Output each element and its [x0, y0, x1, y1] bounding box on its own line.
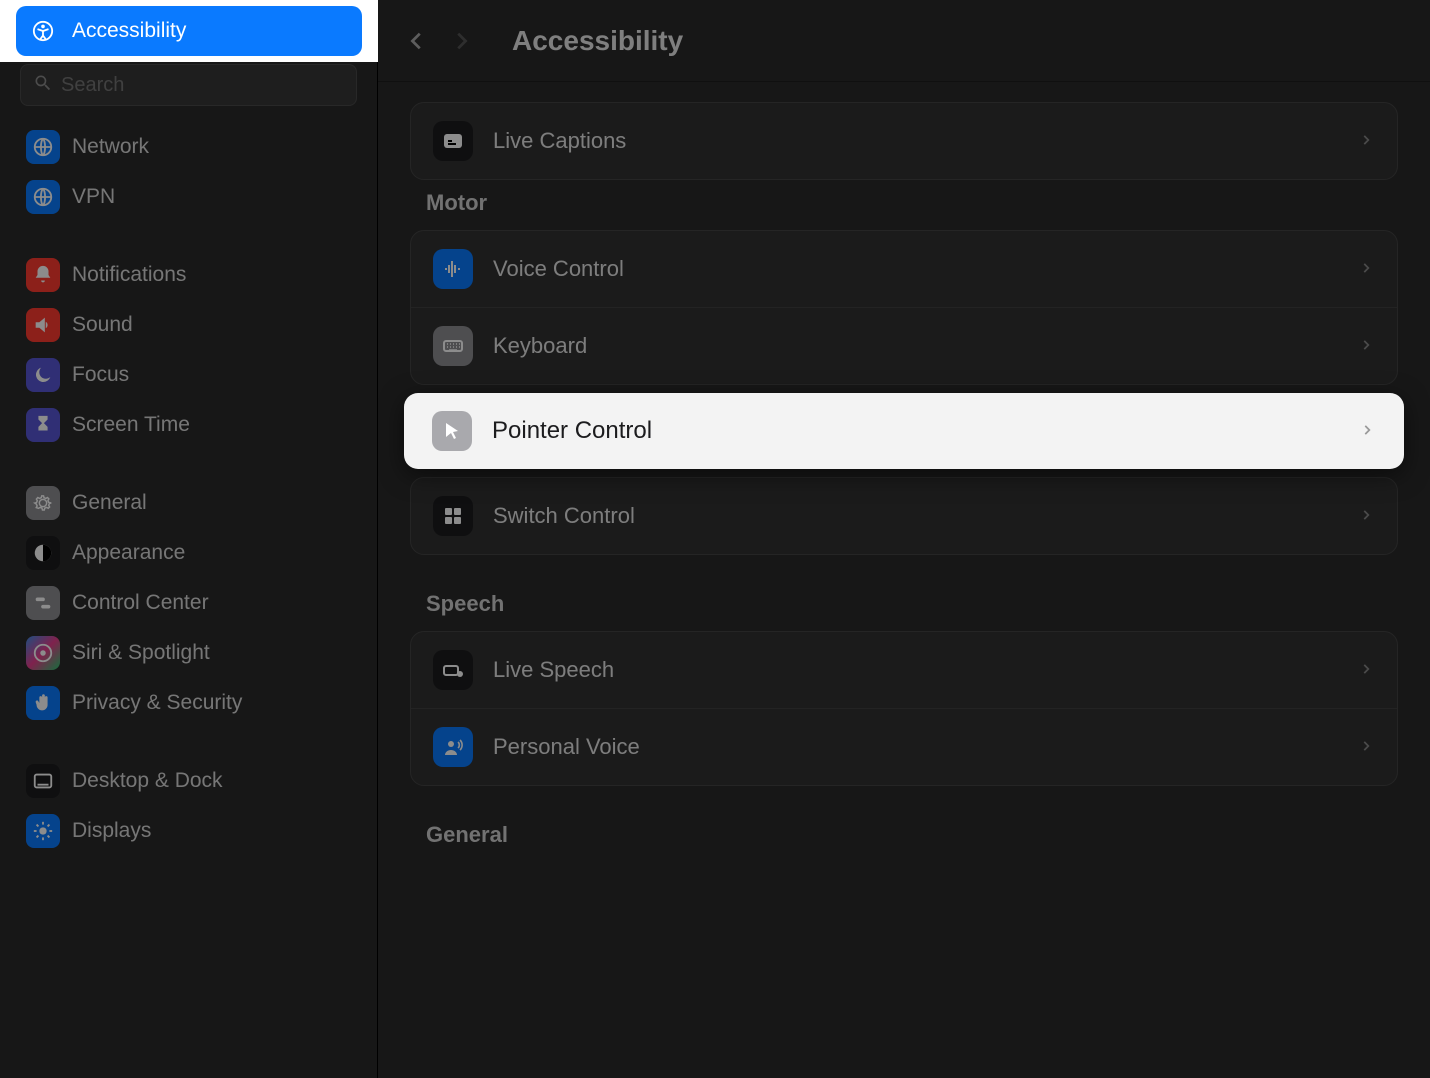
- sidebar-item-label: Notifications: [72, 263, 186, 287]
- chevron-right-icon: [1359, 508, 1375, 524]
- settings-window: Bluetooth Network VPN Notifications Sound Foc…: [0, 0, 1430, 1078]
- search-icon: [33, 73, 53, 98]
- row-live-captions[interactable]: Live Captions: [411, 103, 1397, 179]
- section-card: Live Captions: [410, 102, 1398, 180]
- chevron-right-icon: [1359, 261, 1375, 277]
- row-personal-voice[interactable]: Personal Voice: [411, 709, 1397, 785]
- chevron-right-icon: [1360, 423, 1376, 439]
- back-button[interactable]: [404, 28, 430, 54]
- bright-icon: [26, 814, 60, 848]
- speaker-icon: [26, 308, 60, 342]
- content-area: Live Captions Motor Voice Control Keyboard P…: [378, 82, 1430, 1078]
- contrast-icon: [26, 536, 60, 570]
- row-switch-control[interactable]: Switch Control: [411, 478, 1397, 554]
- row-label: Keyboard: [493, 333, 1339, 359]
- row-label: Personal Voice: [493, 734, 1339, 760]
- keyboard-voice-icon: [433, 650, 473, 690]
- sidebar-item-label: Network: [72, 135, 149, 159]
- bell-icon: [26, 258, 60, 292]
- chevron-right-icon: [1359, 133, 1375, 149]
- waveform-icon: [433, 249, 473, 289]
- sidebar-item-sound[interactable]: Sound: [16, 300, 361, 350]
- chevron-right-icon: [1359, 338, 1375, 354]
- sidebar-item-network[interactable]: Network: [16, 122, 361, 172]
- sidebar-item-label: Control Center: [72, 591, 209, 615]
- chevron-right-icon: [1359, 739, 1375, 755]
- sidebar-item-notifications[interactable]: Notifications: [16, 250, 361, 300]
- sidebar-item-focus[interactable]: Focus: [16, 350, 361, 400]
- section-title-general: General: [426, 822, 1398, 848]
- globe-icon: [26, 180, 60, 214]
- forward-button[interactable]: [448, 28, 474, 54]
- row-keyboard[interactable]: Keyboard: [411, 308, 1397, 384]
- search-input[interactable]: [61, 74, 326, 97]
- sidebar-item-general[interactable]: General: [16, 478, 361, 528]
- sidebar-item-label: Privacy & Security: [72, 691, 242, 715]
- sidebar-item-label: Sound: [72, 313, 133, 337]
- dock-icon: [26, 764, 60, 798]
- sidebar-item-controlcenter[interactable]: Control Center: [16, 578, 361, 628]
- chevron-right-icon: [1359, 662, 1375, 678]
- sidebar-item-appearance[interactable]: Appearance: [16, 528, 361, 578]
- globe-icon: [26, 130, 60, 164]
- sidebar-item-vpn[interactable]: VPN: [16, 172, 361, 222]
- row-label: Switch Control: [493, 503, 1339, 529]
- section-title-motor: Motor: [426, 190, 1398, 216]
- row-label: Pointer Control: [492, 417, 1340, 445]
- topbar: Accessibility: [378, 0, 1430, 82]
- sidebar-item-label: Appearance: [72, 541, 185, 565]
- sidebar-item-label: Siri & Spotlight: [72, 641, 210, 665]
- hourglass-icon: [26, 408, 60, 442]
- sidebar: Bluetooth Network VPN Notifications Sound Foc…: [0, 0, 378, 1078]
- cursor-icon: [432, 411, 472, 451]
- sidebar-item-privacy[interactable]: Privacy & Security: [16, 678, 361, 728]
- section-card: Live Speech Personal Voice: [410, 631, 1398, 786]
- row-label: Live Speech: [493, 657, 1339, 683]
- moon-icon: [26, 358, 60, 392]
- section-card: Switch Control: [410, 477, 1398, 555]
- row-label: Voice Control: [493, 256, 1339, 282]
- section-card: Voice Control Keyboard: [410, 230, 1398, 385]
- gear-icon: [26, 486, 60, 520]
- row-label: Live Captions: [493, 128, 1339, 154]
- switches-icon: [26, 586, 60, 620]
- row-voice-control[interactable]: Voice Control: [411, 231, 1397, 308]
- sidebar-item-screentime[interactable]: Screen Time: [16, 400, 361, 450]
- hand-icon: [26, 686, 60, 720]
- page-title: Accessibility: [512, 25, 683, 57]
- keyboard-icon: [433, 326, 473, 366]
- sidebar-item-label: VPN: [72, 185, 115, 209]
- sidebar-item-siri[interactable]: Siri & Spotlight: [16, 628, 361, 678]
- captions-icon: [433, 121, 473, 161]
- sidebar-item-bluetooth[interactable]: Bluetooth: [16, 114, 361, 122]
- section-title-speech: Speech: [426, 591, 1398, 617]
- search-field[interactable]: [20, 64, 357, 106]
- main-panel: Accessibility Live Captions Motor Voice Co…: [378, 0, 1430, 1078]
- sidebar-item-desktop[interactable]: Desktop & Dock: [16, 756, 361, 806]
- siri-icon: [26, 636, 60, 670]
- sidebar-item-label: Focus: [72, 363, 129, 387]
- person-wave-icon: [433, 727, 473, 767]
- sidebar-item-displays[interactable]: Displays: [16, 806, 361, 856]
- sidebar-item-label: Desktop & Dock: [72, 769, 223, 793]
- grid-icon: [433, 496, 473, 536]
- sidebar-item-label: Displays: [72, 819, 151, 843]
- sidebar-item-label: General: [72, 491, 147, 515]
- sidebar-item-label: Screen Time: [72, 413, 190, 437]
- row-live-speech[interactable]: Live Speech: [411, 632, 1397, 709]
- row-pointer-control[interactable]: Pointer Control: [404, 393, 1404, 469]
